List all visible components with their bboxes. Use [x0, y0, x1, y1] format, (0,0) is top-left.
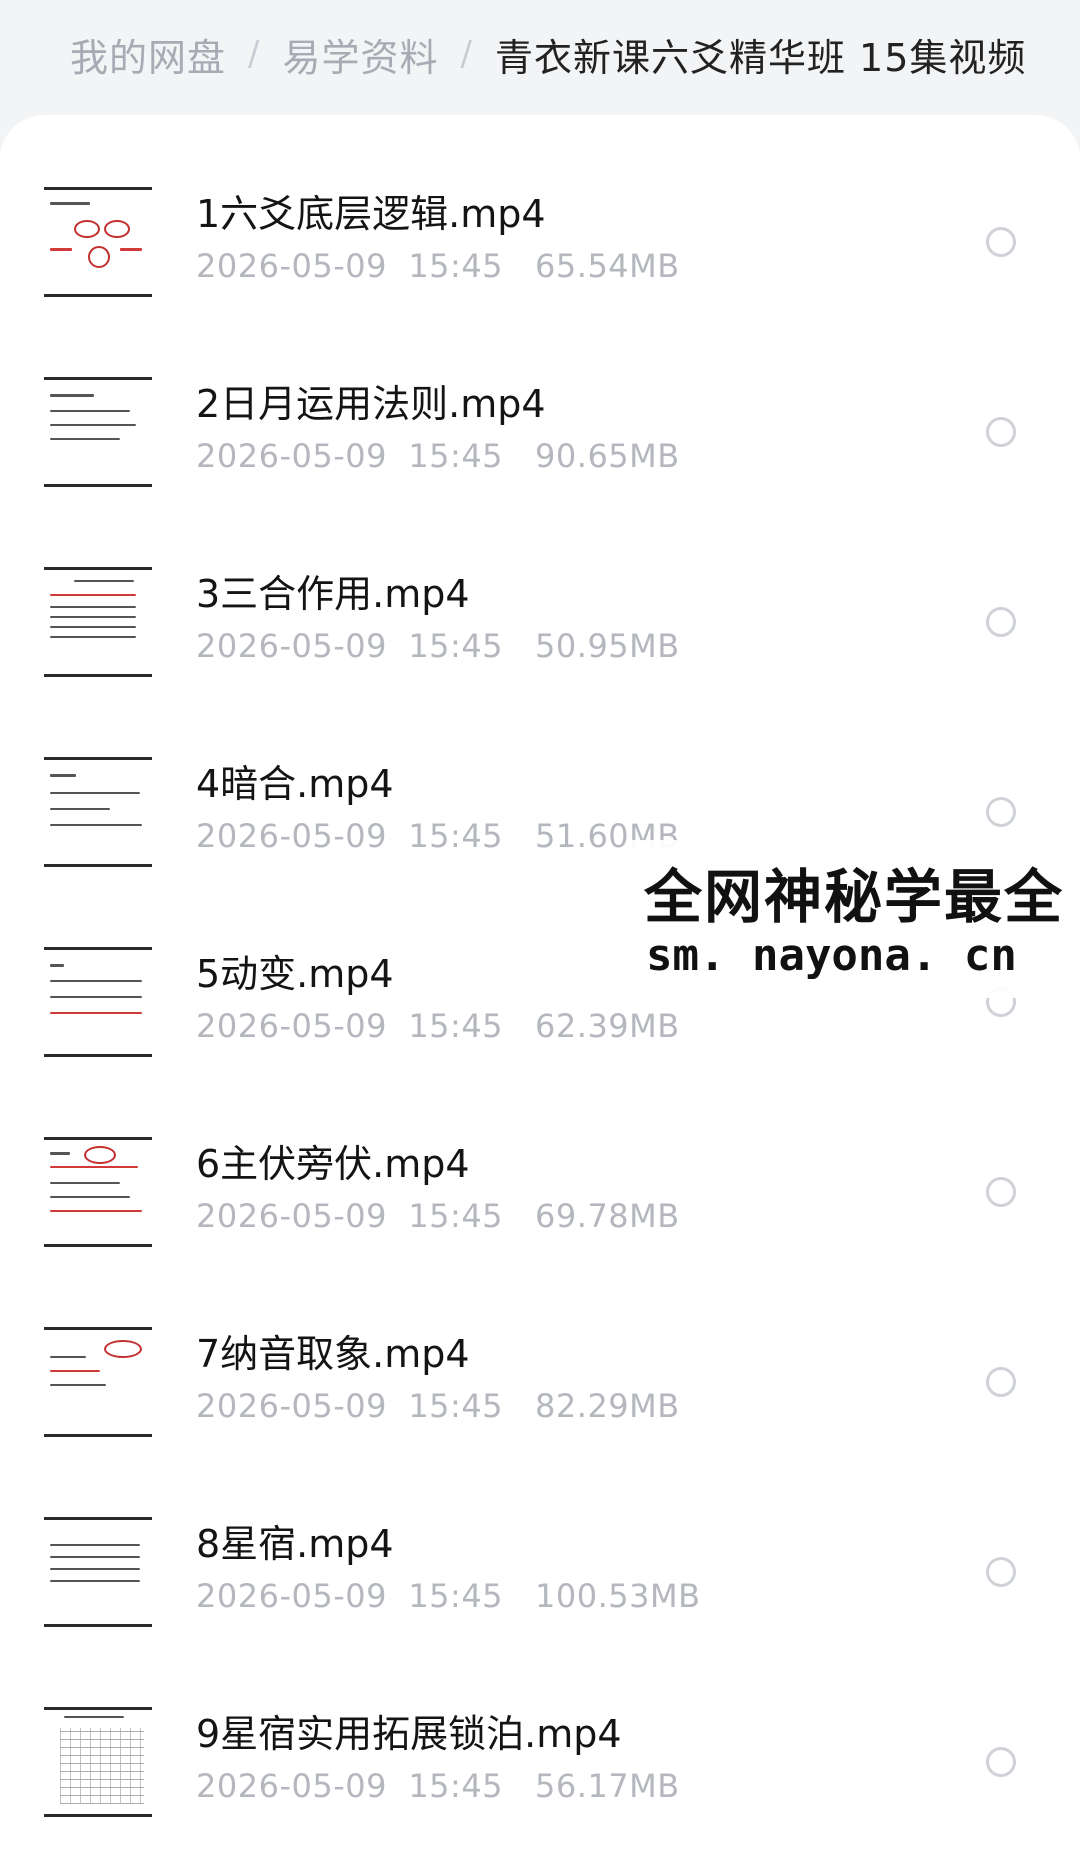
select-radio[interactable] — [986, 1177, 1016, 1207]
select-radio[interactable] — [986, 797, 1016, 827]
video-thumbnail — [44, 1137, 152, 1247]
file-meta: 2026-05-09 15:45 69.78MB — [196, 1197, 680, 1235]
select-radio[interactable] — [986, 1557, 1016, 1587]
file-name: 2日月运用法则.mp4 — [196, 382, 546, 426]
select-radio[interactable] — [986, 227, 1016, 257]
select-radio[interactable] — [986, 607, 1016, 637]
file-row[interactable]: 9星宿实用拓展锁泊.mp4 2026-05-09 15:45 56.17MB — [0, 1675, 1080, 1865]
file-row[interactable]: 6主伏旁伏.mp4 2026-05-09 15:45 69.78MB — [0, 1105, 1080, 1295]
file-meta: 2026-05-09 15:45 50.95MB — [196, 627, 680, 665]
video-thumbnail — [44, 1517, 152, 1627]
file-meta: 2026-05-09 15:45 100.53MB — [196, 1577, 701, 1615]
watermark-url: sm. nayona. cn — [646, 930, 1017, 981]
file-name: 1六爻底层逻辑.mp4 — [196, 192, 546, 236]
file-meta: 2026-05-09 15:45 51.60MB — [196, 817, 680, 855]
file-meta: 2026-05-09 15:45 82.29MB — [196, 1387, 680, 1425]
file-name: 7纳音取象.mp4 — [196, 1332, 470, 1376]
file-row[interactable]: 1六爻底层逻辑.mp4 2026-05-09 15:45 65.54MB — [0, 155, 1080, 345]
video-thumbnail — [44, 187, 152, 297]
file-name: 5动变.mp4 — [196, 952, 394, 996]
video-thumbnail — [44, 947, 152, 1057]
file-name: 6主伏旁伏.mp4 — [196, 1142, 470, 1186]
watermark-overlay: 全网神秘学最全 sm. nayona. cn — [632, 840, 1080, 998]
breadcrumb-root[interactable]: 我的网盘 — [70, 27, 226, 82]
video-thumbnail — [44, 1707, 152, 1817]
select-radio[interactable] — [986, 1367, 1016, 1397]
file-name: 4暗合.mp4 — [196, 762, 394, 806]
file-name: 8星宿.mp4 — [196, 1522, 394, 1566]
file-meta: 2026-05-09 15:45 90.65MB — [196, 437, 680, 475]
select-radio[interactable] — [986, 417, 1016, 447]
file-row[interactable]: 2日月运用法则.mp4 2026-05-09 15:45 90.65MB — [0, 345, 1080, 535]
file-row[interactable]: 3三合作用.mp4 2026-05-09 15:45 50.95MB — [0, 535, 1080, 725]
breadcrumb-separator: / — [248, 34, 261, 74]
breadcrumb: 我的网盘 / 易学资料 / 青衣新课六爻精华班 15集视频 — [70, 22, 1026, 86]
file-name: 9星宿实用拓展锁泊.mp4 — [196, 1712, 622, 1756]
video-thumbnail — [44, 757, 152, 867]
file-name: 3三合作用.mp4 — [196, 572, 470, 616]
select-radio[interactable] — [986, 1747, 1016, 1777]
video-thumbnail — [44, 1327, 152, 1437]
breadcrumb-separator: / — [460, 34, 473, 74]
file-row[interactable]: 8星宿.mp4 2026-05-09 15:45 100.53MB — [0, 1485, 1080, 1675]
watermark-title: 全网神秘学最全 — [644, 863, 1065, 931]
file-meta: 2026-05-09 15:45 62.39MB — [196, 1007, 680, 1045]
breadcrumb-current: 青衣新课六爻精华班 15集视频 — [494, 35, 1027, 80]
file-meta: 2026-05-09 15:45 65.54MB — [196, 247, 680, 285]
breadcrumb-folder[interactable]: 易学资料 — [282, 27, 438, 82]
file-meta: 2026-05-09 15:45 56.17MB — [196, 1767, 680, 1805]
video-thumbnail — [44, 567, 152, 677]
file-row[interactable]: 7纳音取象.mp4 2026-05-09 15:45 82.29MB — [0, 1295, 1080, 1485]
video-thumbnail — [44, 377, 152, 487]
